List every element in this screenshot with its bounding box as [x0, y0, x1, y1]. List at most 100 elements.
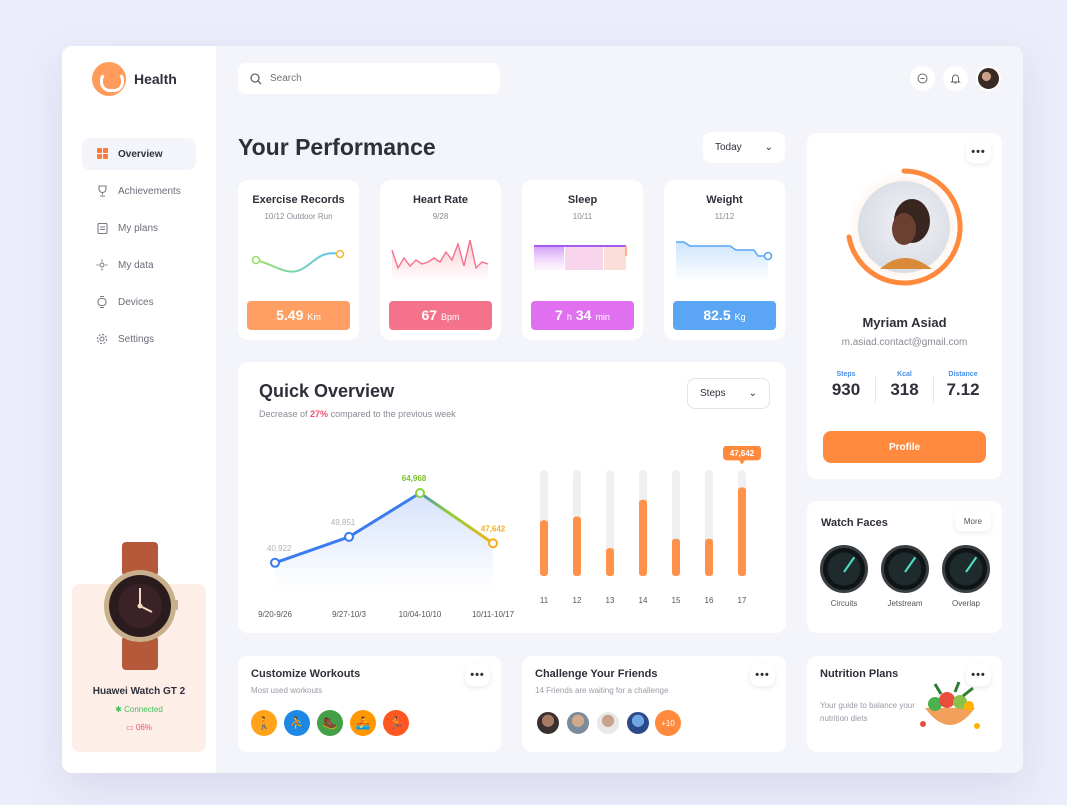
period-dropdown[interactable]: Today ⌄	[703, 132, 785, 163]
battery-icon: ▭	[126, 723, 134, 732]
sleep-value: 7 h 34 min	[531, 301, 634, 330]
profile-avatar[interactable]	[840, 163, 970, 293]
device-card[interactable]: Huawei Watch GT 2 ✱ Connected ▭ 06%	[72, 542, 206, 752]
more-button[interactable]: More	[955, 511, 991, 531]
clipboard-icon	[96, 222, 108, 235]
section-subtitle: Most used workouts	[251, 686, 323, 695]
watch-face-overlap[interactable]: Overlap	[937, 545, 995, 608]
section-title: Customize Workouts	[251, 668, 361, 680]
card-sleep[interactable]: Sleep 10/11 7 h 34 min	[522, 180, 643, 340]
line-chart-point	[415, 487, 425, 498]
friend-list: +10	[535, 710, 681, 736]
watch-face-preview	[881, 545, 929, 593]
exercise-value: 5.49 Km	[247, 301, 350, 330]
watch-face-circuits[interactable]: Circuits	[815, 545, 873, 608]
sidebar-item-my-data[interactable]: My data	[82, 249, 196, 281]
period-value: Today	[715, 142, 742, 153]
logo[interactable]: Health	[92, 62, 177, 96]
profile-button[interactable]: Profile	[823, 431, 986, 463]
salad-bowl-illustration	[920, 681, 980, 729]
friend-avatar[interactable]	[535, 710, 561, 736]
sidebar-item-label: Achievements	[118, 185, 181, 197]
device-battery: ▭ 06%	[126, 723, 152, 732]
walk-icon[interactable]: 🚶	[251, 710, 277, 736]
bluetooth-icon: ✱	[115, 705, 122, 714]
app-window: Health Overview Achievements My plans My…	[62, 46, 1023, 773]
friend-avatar[interactable]	[625, 710, 651, 736]
watch-face-preview	[820, 545, 868, 593]
notifications-button[interactable]	[943, 66, 968, 91]
daily-steps-bar-chart: 11 12 13 14 15 16 17 47,642	[540, 446, 761, 605]
chat-button[interactable]	[910, 66, 935, 91]
hike-icon[interactable]: 🥾	[317, 710, 343, 736]
more-options-button[interactable]: •••	[750, 664, 775, 686]
more-options-button[interactable]: •••	[966, 141, 991, 163]
sidebar-item-devices[interactable]: Devices	[82, 286, 196, 318]
sidebar-item-settings[interactable]: Settings	[82, 323, 196, 355]
card-title: Sleep	[567, 194, 598, 206]
metric-dropdown[interactable]: Steps ⌄	[687, 378, 770, 409]
more-options-button[interactable]: •••	[465, 664, 490, 686]
card-title: Heart Rate	[412, 194, 469, 206]
chevron-down-icon: ⌄	[764, 142, 773, 153]
search-icon	[250, 72, 262, 84]
weight-value: 82.5 Kg	[673, 301, 776, 330]
heart-rate-value: 67 Bpm	[389, 301, 492, 330]
sidebar-item-label: Devices	[118, 296, 154, 308]
sidebar-nav: Overview Achievements My plans My data D…	[82, 138, 196, 360]
line-chart-point	[488, 538, 498, 549]
watch-face-jetstream[interactable]: Jetstream	[876, 545, 934, 608]
search-bar[interactable]	[238, 63, 500, 94]
line-chart-value-label: 40,922	[267, 544, 292, 553]
card-subtitle: 10/12 Outdoor Run	[264, 212, 333, 221]
card-title: Exercise Records	[252, 194, 345, 206]
card-weight[interactable]: Weight 11/12 82.5 Kg	[664, 180, 785, 340]
workout-list: 🚶 ⛹ 🥾 🚣 🏃	[251, 710, 409, 736]
search-input[interactable]	[270, 73, 470, 84]
treadmill-icon[interactable]: ⛹	[284, 710, 310, 736]
heart-rate-sparkline	[391, 239, 489, 282]
challenge-friends-card: Challenge Your Friends 14 Friends are wa…	[522, 656, 786, 752]
section-subtitle: Your guide to balance your nutrition die…	[820, 701, 915, 723]
chevron-down-icon: ⌄	[748, 388, 757, 399]
run-icon[interactable]: 🏃	[383, 710, 409, 736]
bar-x-label: 12	[573, 596, 582, 605]
weight-chart	[676, 241, 773, 282]
bar-x-label: 15	[672, 596, 681, 605]
bar-x-label: 17	[738, 596, 747, 605]
workouts-card: Customize Workouts Most used workouts ••…	[238, 656, 501, 752]
smartwatch-image	[104, 542, 178, 670]
trophy-icon	[96, 185, 108, 197]
exercise-sparkline	[251, 249, 345, 273]
friend-avatar[interactable]	[565, 710, 591, 736]
watch-faces-card: Watch Faces More Circuits Jetstream Over…	[807, 501, 1002, 633]
sidebar-item-label: Settings	[118, 333, 155, 345]
metric-value: Steps	[700, 388, 726, 399]
watch-face-list: Circuits Jetstream Overlap	[815, 545, 995, 608]
card-heart-rate[interactable]: Heart Rate 9/28 67 Bpm	[380, 180, 501, 340]
sidebar-item-my-plans[interactable]: My plans	[82, 212, 196, 244]
line-chart-x-label: 10/11-10/17	[472, 610, 515, 619]
bar-x-label: 11	[540, 596, 549, 605]
gear-icon	[96, 333, 108, 345]
bar-x-label: 14	[639, 596, 648, 605]
bar	[672, 538, 680, 576]
sleep-chart	[534, 245, 627, 270]
line-chart-value-label: 49,851	[331, 518, 356, 527]
device-status: ✱ Connected	[115, 705, 163, 714]
card-subtitle: 11/12	[714, 212, 735, 221]
section-title: Challenge Your Friends	[535, 668, 658, 680]
grid-icon	[96, 148, 108, 160]
friend-avatar[interactable]	[595, 710, 621, 736]
user-avatar[interactable]	[976, 66, 1001, 91]
section-title: Quick Overview	[259, 381, 395, 401]
stat-distance: Distance 7.12	[946, 371, 980, 399]
sidebar-item-overview[interactable]: Overview	[82, 138, 196, 170]
rowing-icon[interactable]: 🚣	[350, 710, 376, 736]
line-chart-value-label: 64,968	[402, 474, 427, 483]
more-friends-badge[interactable]: +10	[655, 710, 681, 736]
sidebar-item-achievements[interactable]: Achievements	[82, 175, 196, 207]
bar	[705, 538, 713, 576]
watch-face-preview	[942, 545, 990, 593]
card-exercise-records[interactable]: Exercise Records 10/12 Outdoor Run 5.49 …	[238, 180, 359, 340]
